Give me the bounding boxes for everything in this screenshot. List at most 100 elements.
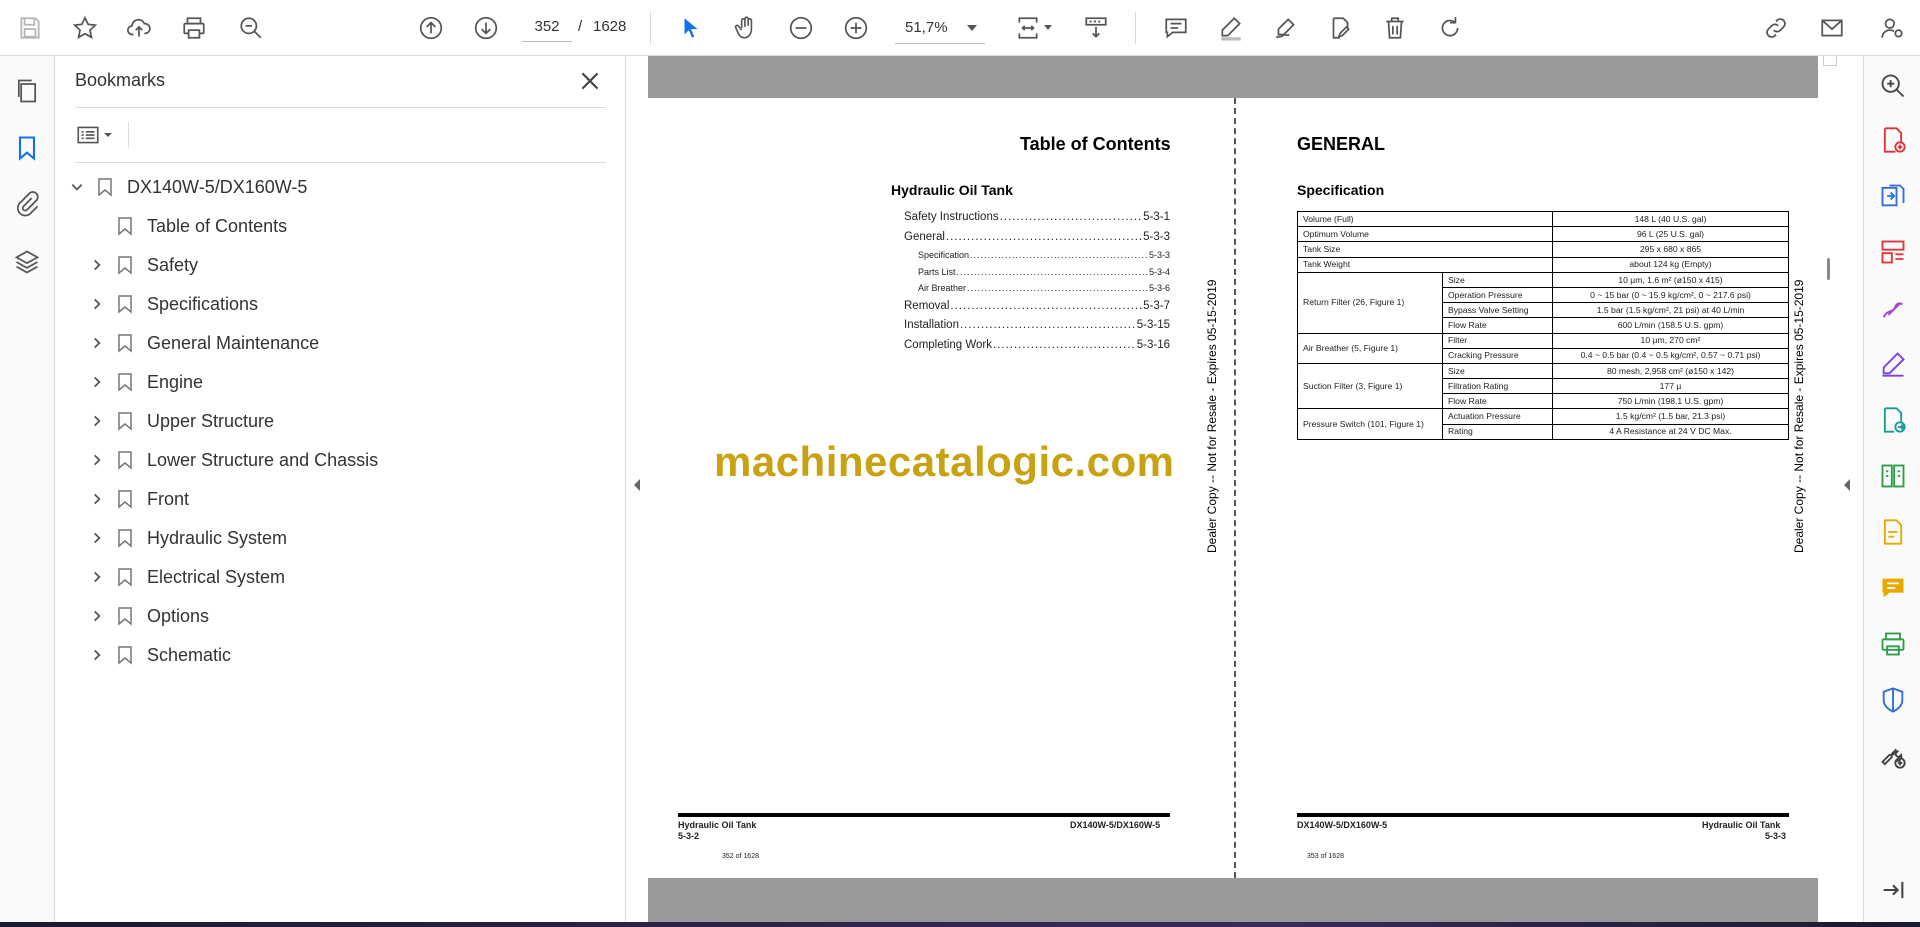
save-icon[interactable] [12, 10, 48, 46]
bookmark-item-safety[interactable]: Safety [87, 249, 198, 281]
chevron-right-icon[interactable] [87, 294, 107, 314]
collapse-right-panel-icon[interactable] [1842, 478, 1856, 498]
spec-value: 1.5 kg/cm² (1.5 bar, 21.3 psi) [1552, 408, 1789, 425]
fit-page-icon[interactable] [1010, 10, 1046, 46]
toc-leader-dots: ........................................… [945, 230, 1143, 243]
toc-entry[interactable]: Parts List..............................… [918, 267, 1170, 277]
bookmark-item-specifications[interactable]: Specifications [87, 288, 258, 320]
zoom-level-dropdown[interactable]: 51,7% [895, 12, 985, 44]
close-icon[interactable] [577, 68, 603, 94]
scrollbar-thumb[interactable] [1827, 258, 1830, 280]
bookmark-icon [115, 643, 135, 667]
bookmarks-icon[interactable] [10, 131, 44, 165]
toc-entry-label: Installation [904, 319, 959, 331]
toc-entry[interactable]: Removal.................................… [904, 300, 1170, 312]
fit-dropdown-arrow-icon[interactable] [1044, 25, 1052, 30]
chevron-right-icon[interactable] [87, 606, 107, 626]
bookmark-item-table-of-contents[interactable]: Table of Contents [87, 210, 287, 242]
print-icon[interactable] [176, 10, 212, 46]
hand-tool-icon[interactable] [728, 10, 764, 46]
compare-files-icon[interactable] [1877, 460, 1909, 492]
find-zoom-icon[interactable] [233, 10, 269, 46]
comment-icon[interactable] [1158, 10, 1194, 46]
bookmark-item-electrical-system[interactable]: Electrical System [87, 561, 285, 593]
chevron-right-icon[interactable] [87, 567, 107, 587]
bookmark-item-general-maintenance[interactable]: General Maintenance [87, 327, 319, 359]
table-row: Suction Filter (3, Figure 1) Size 80 mes… [1297, 362, 1789, 410]
attachments-icon[interactable] [10, 187, 44, 221]
bookmark-label: Electrical System [147, 566, 286, 587]
sign-icon[interactable] [1268, 10, 1304, 46]
spec-value: 0 ~ 15 bar (0 ~ 15.9 kg/cm², 0 ~ 217.6 p… [1552, 286, 1789, 304]
comment-tool-icon[interactable] [1877, 572, 1909, 604]
edit-document-icon[interactable] [1322, 10, 1358, 46]
export-pdf-icon[interactable] [1877, 180, 1909, 212]
bookmark-item-hydraulic-system[interactable]: Hydraulic System [87, 522, 287, 554]
request-signature-icon[interactable] [1877, 348, 1909, 380]
zoom-in-icon[interactable] [838, 10, 874, 46]
delete-icon[interactable] [1377, 10, 1413, 46]
chevron-right-icon[interactable] [87, 372, 107, 392]
toc-entry-label: Specification [918, 250, 970, 260]
toc-entry-page: 5-3-15 [1136, 319, 1170, 331]
create-pdf-icon[interactable] [1877, 124, 1909, 156]
fill-sign-icon[interactable] [1877, 292, 1909, 324]
spec-value: 600 L/min (158.5 U.S. gpm) [1552, 317, 1789, 334]
chevron-right-icon[interactable] [87, 489, 107, 509]
scan-ocr-icon[interactable] [1877, 516, 1909, 548]
bookmark-item-schematic[interactable]: Schematic [87, 639, 231, 671]
scroll-mode-icon[interactable] [1078, 10, 1114, 46]
bookmark-item-root[interactable]: DX140W-5/DX160W-5 [67, 171, 307, 203]
toolbar-divider [1135, 12, 1136, 44]
toc-entry[interactable]: Completing Work.........................… [904, 339, 1170, 351]
chevron-right-icon[interactable] [87, 255, 107, 275]
chevron-right-icon[interactable] [87, 333, 107, 353]
organize-pages-icon[interactable] [1877, 236, 1909, 268]
toc-entry[interactable]: Specification...........................… [918, 250, 1170, 260]
share-link-icon[interactable] [1758, 10, 1794, 46]
highlight-pen-icon[interactable] [1213, 10, 1249, 46]
bookmark-options-button[interactable] [75, 118, 125, 152]
bookmark-item-upper-structure[interactable]: Upper Structure [87, 405, 274, 437]
layers-icon[interactable] [10, 245, 44, 279]
more-tools-icon[interactable] [1877, 740, 1909, 772]
page-thumbnails-icon[interactable] [10, 74, 44, 108]
page-number-input[interactable] [522, 12, 572, 42]
toc-entry[interactable]: Air Breather............................… [918, 283, 1170, 293]
chevron-right-icon[interactable] [87, 411, 107, 431]
bookmark-item-lower-structure[interactable]: Lower Structure and Chassis [87, 444, 378, 476]
bookmark-item-options[interactable]: Options [87, 600, 209, 632]
toc-entry[interactable]: General.................................… [904, 231, 1170, 243]
vertical-scrollbar[interactable] [1818, 56, 1863, 922]
email-icon[interactable] [1814, 10, 1850, 46]
next-page-icon[interactable] [468, 10, 504, 46]
chevron-down-icon [104, 133, 112, 137]
cloud-upload-icon[interactable] [121, 10, 157, 46]
star-icon[interactable] [67, 10, 103, 46]
collapse-tools-icon[interactable] [1877, 874, 1909, 906]
previous-page-icon[interactable] [413, 10, 449, 46]
rotate-icon[interactable] [1432, 10, 1468, 46]
toc-entry[interactable]: Installation............................… [904, 319, 1170, 331]
left-footer-model: DX140W-5/DX160W-5 [1070, 820, 1161, 830]
chevron-down-icon[interactable] [67, 177, 87, 197]
toc-entry-label: Completing Work [904, 338, 992, 351]
zoom-search-icon[interactable] [1877, 70, 1909, 102]
collapse-left-panel-icon[interactable] [632, 478, 646, 498]
chevron-right-icon[interactable] [87, 528, 107, 548]
account-icon[interactable] [1874, 10, 1910, 46]
protect-icon[interactable] [1877, 684, 1909, 716]
zoom-out-icon[interactable] [783, 10, 819, 46]
chevron-right-icon[interactable] [87, 645, 107, 665]
toc-entry-label: Safety Instructions [904, 211, 999, 223]
print-production-icon[interactable] [1877, 628, 1909, 660]
bookmark-label: General Maintenance [147, 332, 320, 353]
chevron-right-icon[interactable] [87, 450, 107, 470]
bookmark-icon [115, 409, 135, 433]
send-for-review-icon[interactable] [1877, 404, 1909, 436]
bookmark-item-front[interactable]: Front [87, 483, 189, 515]
select-cursor-icon[interactable] [673, 10, 709, 46]
toc-entry[interactable]: Safety Instructions.....................… [904, 211, 1170, 223]
bookmark-label: Hydraulic System [147, 527, 288, 548]
bookmark-item-engine[interactable]: Engine [87, 366, 203, 398]
